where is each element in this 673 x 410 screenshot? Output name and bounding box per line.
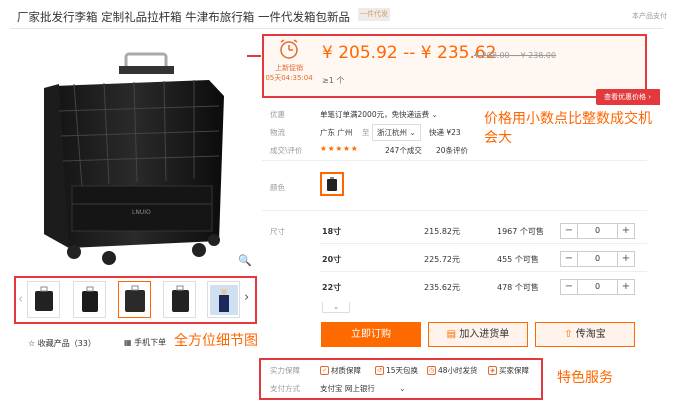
order-now-button[interactable]: 立即订购 (321, 322, 421, 347)
original-price: ¥ 208.00 -- ¥ 238.00 (474, 51, 557, 60)
color-option-black[interactable] (320, 172, 344, 196)
size-price: 235.62元 (424, 283, 460, 292)
destination-select[interactable]: 浙江杭州 ⌄ (372, 124, 421, 141)
service-item[interactable]: ◈ 买家保障 (488, 365, 529, 376)
quantity-stepper: − 0 + (560, 223, 635, 239)
svg-text:LNUIO: LNUIO (132, 209, 151, 216)
guarantee-label: 实力保障 (270, 366, 300, 375)
size-label: 尺寸 (270, 227, 285, 236)
price-annotation: 价格用小数点比整数成交机会大 (484, 111, 652, 146)
service-item[interactable]: ↺ 15天包换 (375, 365, 418, 376)
shield-icon: ✓ (320, 366, 329, 375)
review-count[interactable]: 20条评价 (436, 145, 468, 156)
thumbnail[interactable] (163, 281, 196, 318)
size-name: 20寸 (322, 255, 342, 264)
size-price: 225.72元 (424, 255, 460, 264)
service-item[interactable]: ◷ 48小时发货 (427, 365, 478, 376)
thumbnail[interactable] (73, 281, 106, 318)
thumbnail-annotation: 全方位细节图 (174, 333, 258, 349)
alarm-clock-icon (280, 39, 298, 59)
quantity-stepper: − 0 + (560, 251, 635, 267)
quantity-value[interactable]: 0 (577, 280, 618, 294)
scene-thumb-icon (209, 284, 238, 315)
increment-button[interactable]: + (618, 224, 634, 238)
size-stock: 1967 个可售 (497, 227, 544, 236)
header-divider (10, 28, 663, 29)
favorite-button[interactable]: ☆ 收藏产品（33） (28, 338, 96, 349)
quantity-stepper: − 0 + (560, 279, 635, 295)
thumbnail[interactable] (27, 281, 60, 318)
star-icon: ☆ (28, 339, 38, 348)
zoom-icon[interactable]: 🔍 (238, 254, 252, 267)
review-label: 成交\评价 (270, 146, 303, 155)
decrement-button[interactable]: − (561, 280, 577, 294)
compare-price-button[interactable]: 查看优惠价格 › (596, 89, 660, 105)
increment-button[interactable]: + (618, 252, 634, 266)
cart-icon: ▤ (446, 329, 457, 340)
clock-icon: ◷ (427, 366, 436, 375)
discount-label: 优惠 (270, 110, 285, 119)
product-title: 厂家批发行李箱 定制礼品拉杆箱 牛津布旅行箱 一件代发箱包新品 (17, 10, 350, 24)
expand-sizes-button[interactable]: ⌄ (322, 302, 350, 313)
service-item[interactable]: ✓ 材质保障 (320, 365, 361, 376)
luggage-thumb-icon (171, 285, 189, 312)
promo-countdown: 05天04:35:04 (265, 74, 313, 82)
buyer-shield-icon: ◈ (488, 366, 497, 375)
chevron-down-icon: ⌄ (431, 110, 438, 119)
shipping-from: 广东 广州 (320, 128, 353, 137)
payment-methods[interactable]: 支付宝 网上银行 ⌄ (320, 383, 406, 394)
luggage-thumb-icon (34, 286, 53, 311)
exchange-icon: ↺ (375, 366, 384, 375)
discount-value[interactable]: 单笔订单满2000元，免快递运费 ⌄ (320, 109, 438, 120)
size-divider (320, 271, 647, 272)
promo-badge: 上新促销 05天04:35:04 (265, 37, 313, 93)
quantity-value[interactable]: 0 (577, 224, 618, 238)
size-price: 215.82元 (424, 227, 460, 236)
thumbnail[interactable] (207, 281, 240, 318)
size-stock: 455 个可售 (497, 255, 539, 264)
chevron-left-icon[interactable]: ‹ (18, 292, 23, 307)
luggage-thumb-icon (124, 285, 145, 312)
add-to-cart-button[interactable]: ▤ 加入进货单 (428, 322, 528, 347)
size-divider (320, 243, 647, 244)
chevron-right-icon[interactable]: › (244, 290, 249, 305)
payment-label: 支付方式 (270, 384, 300, 393)
chevron-down-icon: ⌄ (409, 128, 416, 137)
size-name: 22寸 (322, 283, 342, 292)
shipping-to-word: 至 (362, 128, 370, 137)
luggage-swatch-icon (327, 176, 337, 191)
luggage-thumb-icon (81, 286, 98, 312)
chevron-right-icon: › (648, 93, 652, 101)
support-link[interactable]: 本产品支付 (632, 11, 667, 21)
shipping-method: 快递 ¥23 (429, 128, 461, 137)
upload-icon: ⇧ (564, 329, 573, 340)
quantity-value[interactable]: 0 (577, 252, 618, 266)
share-taobao-button[interactable]: ⇧ 传淘宝 (535, 322, 635, 347)
size-stock: 478 个可售 (497, 283, 539, 292)
price-range: ¥ 205.92 -- ¥ 235.62 (322, 43, 497, 63)
product-main-image[interactable]: LNUIO (14, 36, 257, 269)
mobile-order-button[interactable]: ▦ 手机下单 (124, 337, 166, 348)
attribute-divider (262, 210, 647, 211)
shipping-label: 物流 (270, 128, 285, 137)
increment-button[interactable]: + (618, 280, 634, 294)
chevron-down-icon: ⌄ (333, 303, 339, 311)
promo-label: 上新促销 (275, 64, 303, 72)
qr-icon: ▦ (124, 338, 135, 347)
color-label: 颜色 (270, 183, 285, 192)
thumbnail-active[interactable] (118, 281, 151, 318)
chevron-down-icon: ⌄ (399, 384, 406, 393)
min-order-quantity: ≥1 个 (322, 76, 345, 85)
decrement-button[interactable]: − (561, 252, 577, 266)
service-annotation: 特色服务 (557, 370, 613, 386)
decrement-button[interactable]: − (561, 224, 577, 238)
attribute-divider (262, 160, 647, 161)
size-name: 18寸 (322, 227, 342, 236)
rating-stars: ★★★★★ (320, 144, 359, 153)
deal-count[interactable]: 247个成交 (385, 145, 422, 156)
dropship-tag: 一件代发 (358, 8, 390, 21)
annotation-connector (247, 55, 261, 57)
